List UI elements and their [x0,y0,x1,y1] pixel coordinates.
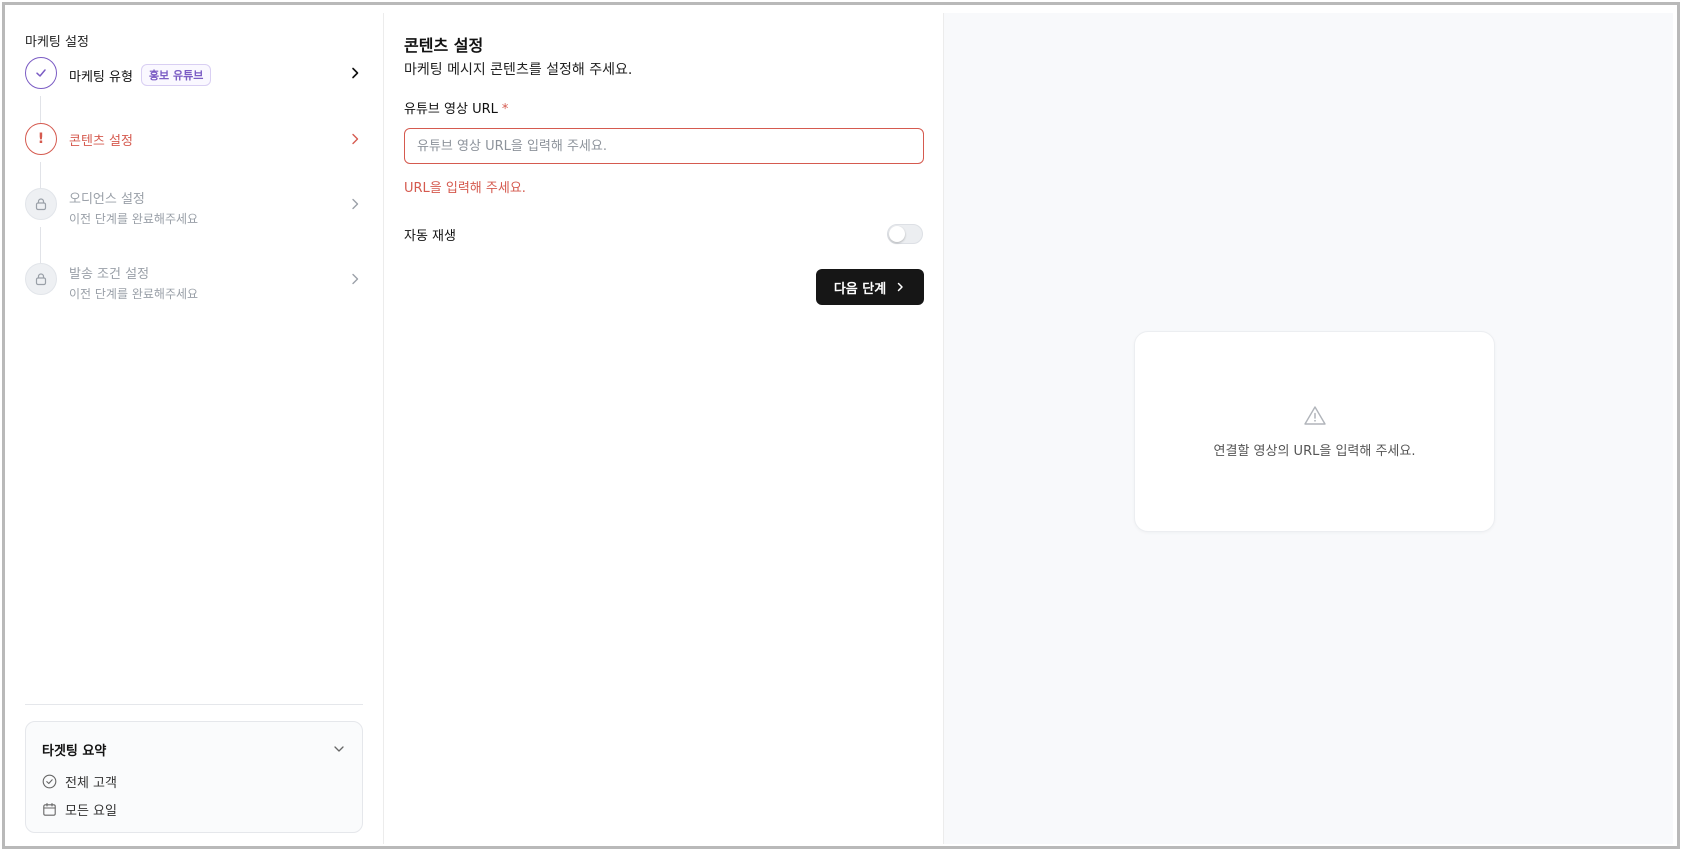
autoplay-toggle[interactable] [887,224,923,244]
step-content-settings[interactable]: ! 콘텐츠 설정 [25,123,363,163]
preview-message: 연결할 영상의 URL을 입력해 주세요. [1213,444,1416,459]
summary-row-days: 모든 요일 [42,800,117,819]
sidebar-divider [25,704,363,705]
required-mark: * [501,102,509,117]
video-preview-card: 연결할 영상의 URL을 입력해 주세요. [1134,331,1495,532]
check-icon [25,57,57,89]
url-field-label: 유튜브 영상 URL * [404,98,508,117]
type-badge: 홍보 유튜브 [140,64,212,86]
calendar-icon [43,802,56,816]
chevron-right-icon [352,198,359,210]
step-send-conditions[interactable]: 발송 조건 설정 이전 단계를 완료해주세요 [25,263,363,303]
autoplay-label: 자동 재생 [404,229,456,244]
sidebar: 마케팅 설정 마케팅 유형 홍보 유튜브 ! 콘텐츠 설정 오디언스 설정 이전… [11,13,384,844]
youtube-url-input[interactable] [404,128,924,164]
error-icon: ! [25,123,57,155]
step-subtitle: 이전 단계를 완료해주세요 [69,287,199,301]
chevron-right-icon [897,282,903,292]
step-title: 마케팅 유형 [69,69,133,85]
url-error-message: URL을 입력해 주세요. [404,181,526,196]
step-subtitle: 이전 단계를 완료해주세요 [69,212,199,226]
toggle-knob [889,226,905,242]
step-title: 발송 조건 설정 [69,267,150,282]
app-window: 마케팅 설정 마케팅 유형 홍보 유튜브 ! 콘텐츠 설정 오디언스 설정 이전… [2,2,1680,849]
lock-icon [25,263,57,295]
url-label-text: 유튜브 영상 URL [404,102,498,117]
step-title: 오디언스 설정 [69,192,145,207]
summary-row-customers: 전체 고객 [42,772,117,791]
chevron-right-icon [352,67,359,79]
sidebar-title: 마케팅 설정 [25,35,89,50]
chevron-down-icon[interactable] [332,742,346,756]
step-title: 콘텐츠 설정 [69,134,133,149]
page-description: 마케팅 메시지 콘텐츠를 설정해 주세요. [404,62,633,78]
targeting-summary: 타겟팅 요약 전체 고객 모든 요일 [25,721,363,833]
step-audience-settings[interactable]: 오디언스 설정 이전 단계를 완료해주세요 [25,188,363,228]
summary-row-text: 전체 고객 [65,776,117,791]
page-title: 콘텐츠 설정 [404,36,484,55]
lock-icon [25,188,57,220]
summary-row-text: 모든 요일 [65,804,117,819]
chevron-right-icon [352,133,359,145]
step-marketing-type[interactable]: 마케팅 유형 홍보 유튜브 [25,57,363,97]
content-settings-panel: 콘텐츠 설정 마케팅 메시지 콘텐츠를 설정해 주세요. 유튜브 영상 URL *… [384,13,944,844]
next-step-button[interactable]: 다음 단계 [816,269,924,305]
summary-title: 타겟팅 요약 [42,744,107,759]
chevron-right-icon [352,273,359,285]
warning-icon [1304,406,1326,425]
check-circle-icon [42,774,57,789]
step-connector [40,227,41,263]
next-step-label: 다음 단계 [833,281,887,297]
preview-panel: 연결할 영상의 URL을 입력해 주세요. [944,13,1673,844]
step-label: 마케팅 유형 홍보 유튜브 [69,64,212,86]
